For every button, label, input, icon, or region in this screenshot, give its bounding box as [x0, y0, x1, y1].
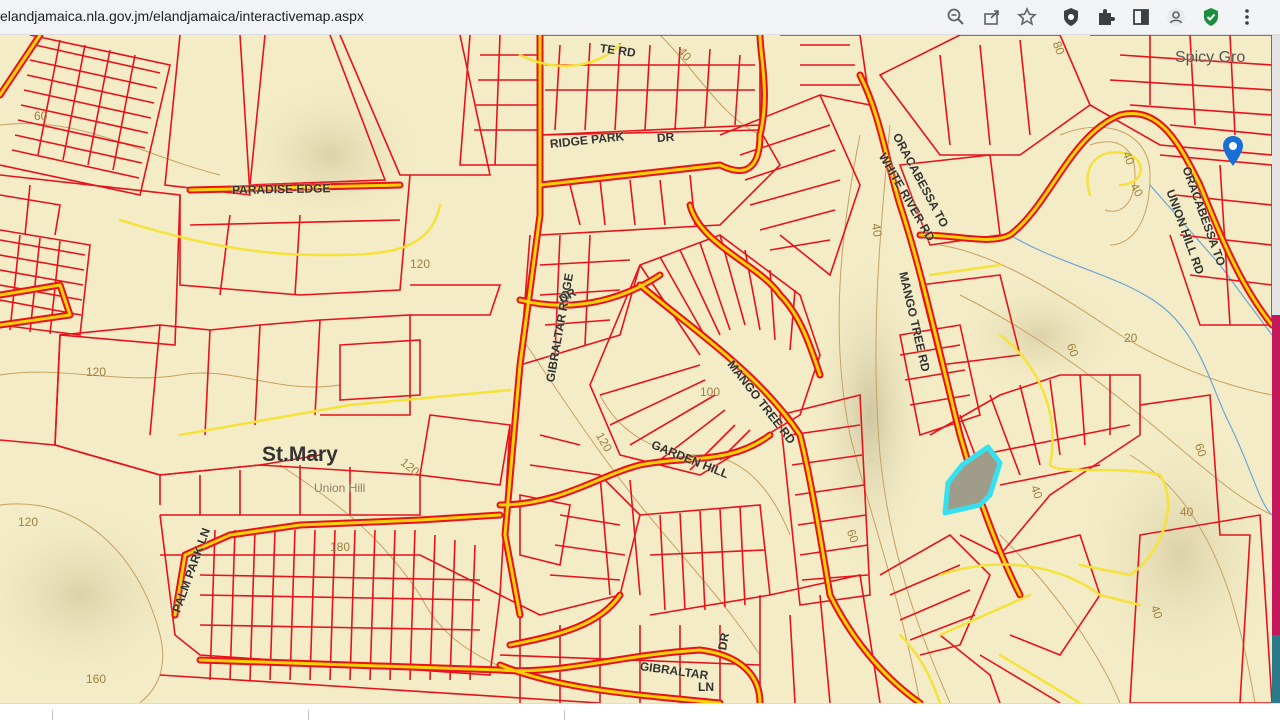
- profile-icon[interactable]: [1164, 5, 1188, 29]
- label-gibraltar-ln-dr: DR: [715, 631, 732, 652]
- contour-label: 20: [1124, 331, 1138, 345]
- security-extension-icon[interactable]: [1199, 5, 1223, 29]
- adjacent-window-edge: [1272, 35, 1280, 703]
- puzzle-extensions-icon[interactable]: [1094, 5, 1118, 29]
- label-paradise-edge: PARADISE EDGE: [231, 181, 331, 197]
- contour-label: 180: [330, 540, 351, 554]
- parish-label: St.Mary: [262, 443, 338, 466]
- shield-extension-icon[interactable]: [1059, 5, 1083, 29]
- label-union-hill: Union Hill: [314, 481, 366, 495]
- contour-label: 120: [18, 515, 39, 529]
- browser-toolbar: elandjamaica.nla.gov.jm/elandjamaica/int…: [0, 0, 1280, 34]
- contour-label: 60: [34, 109, 48, 123]
- menu-icon[interactable]: [1235, 5, 1259, 29]
- contour-label: 40: [1180, 505, 1194, 519]
- contour-label: 120: [410, 257, 431, 271]
- zoom-icon[interactable]: [944, 5, 968, 29]
- contour-label: 120: [86, 365, 107, 379]
- contour-label: 40: [868, 222, 885, 238]
- location-pin-icon[interactable]: [1222, 135, 1244, 167]
- bottom-bar: [0, 703, 1280, 720]
- share-icon[interactable]: [980, 5, 1004, 29]
- contour-label: 160: [86, 672, 107, 686]
- label-ridge-park-dr: DR: [656, 129, 675, 145]
- interactive-map[interactable]: PARADISE EDGE RIDGE PARK DR TE RD ORACAB…: [0, 35, 1272, 703]
- contour-label: 100: [700, 385, 721, 399]
- address-bar-url[interactable]: elandjamaica.nla.gov.jm/elandjamaica/int…: [0, 8, 364, 24]
- label-spicy-grove: Spicy Gro: [1175, 49, 1246, 66]
- sidepanel-icon[interactable]: [1129, 5, 1153, 29]
- star-icon[interactable]: [1015, 5, 1039, 29]
- selected-parcel[interactable]: [942, 444, 1003, 516]
- map-canvas[interactable]: [0, 35, 1272, 703]
- label-gibraltar-ln2: LN: [698, 680, 714, 694]
